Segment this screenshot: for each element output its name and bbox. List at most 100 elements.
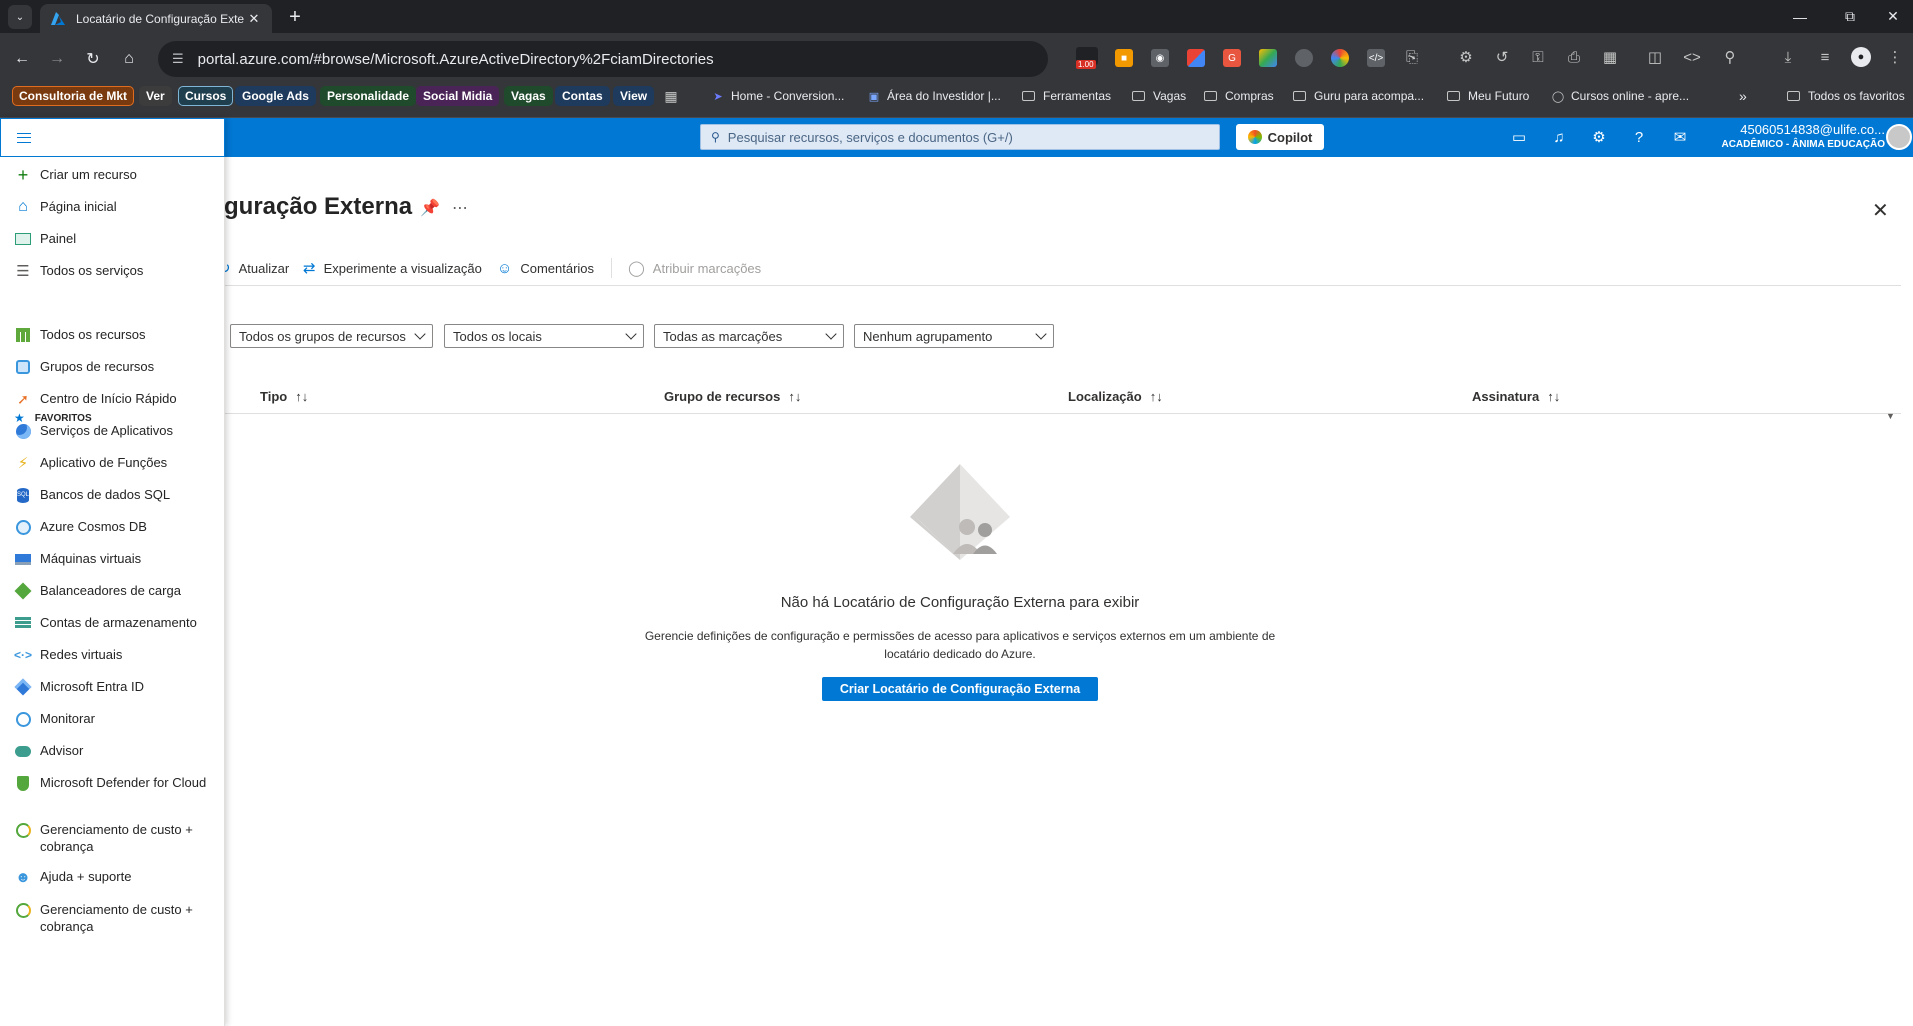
download-icon[interactable]: ⤓ — [1778, 47, 1798, 67]
browser-tab-active[interactable]: Locatário de Configuração Exte ✕ — [40, 4, 272, 33]
scroll-down-caret-icon[interactable]: ▼ — [1886, 411, 1895, 421]
account-info[interactable]: 45060514838@ulife.co... ACADÊMICO - ÂNIM… — [1705, 122, 1885, 151]
feedback-button[interactable]: ☺ Comentários — [497, 258, 594, 278]
bookmark-chip-social-midia[interactable]: Social Midia — [416, 86, 500, 106]
refresh-button[interactable]: ↻Atualizar — [218, 258, 289, 278]
menu-item-virtual-machines[interactable]: Máquinas virtuais — [14, 550, 219, 568]
extension-camera-icon[interactable]: ◉ — [1151, 49, 1169, 67]
settings-gear-icon[interactable]: ⚙ — [1589, 127, 1609, 147]
menu-item-create-resource[interactable]: + Criar um recurso — [14, 165, 219, 185]
menu-item-app-services[interactable]: Serviços de Aplicativos — [14, 422, 219, 440]
menu-item-cosmos-db[interactable]: Azure Cosmos DB — [14, 518, 219, 536]
bookmark-folder-guru[interactable]: Guru para acompa... — [1293, 86, 1424, 106]
help-question-icon[interactable]: ? — [1629, 127, 1649, 147]
tab-close-icon[interactable]: ✕ — [246, 11, 262, 27]
portal-menu-hamburger-button[interactable] — [0, 118, 225, 157]
menu-item-all-resources[interactable]: Todos os recursos — [14, 326, 219, 344]
bookmark-apps-grid-icon[interactable]: ▦ — [664, 86, 684, 106]
more-ellipsis-icon[interactable]: ⋯ — [452, 198, 468, 218]
reading-mode-icon[interactable]: ◫ — [1645, 47, 1665, 67]
print-icon[interactable]: ⎙ — [1564, 47, 1584, 67]
extension-colorful-icon[interactable] — [1187, 49, 1205, 67]
bookmark-chip-ver[interactable]: Ver — [139, 86, 172, 106]
column-header-location[interactable]: Localização ↑↓ — [1068, 389, 1163, 404]
cloud-shell-icon[interactable]: ▭ — [1509, 127, 1529, 147]
menu-item-home[interactable]: ⌂ Página inicial — [14, 198, 219, 216]
menu-item-function-app[interactable]: ⚡ Aplicativo de Funções — [14, 454, 219, 472]
menu-item-storage-accounts[interactable]: Contas de armazenamento — [14, 614, 219, 632]
menu-item-quickstart-center[interactable]: ➚ Centro de Início Rápido — [14, 390, 219, 408]
bookmark-chip-contas[interactable]: Contas — [555, 86, 610, 106]
filter-locations[interactable]: Todos os locais — [444, 324, 644, 348]
bookmark-folder-vagas[interactable]: Vagas — [1132, 86, 1186, 106]
new-tab-icon[interactable]: + — [282, 4, 308, 30]
filter-tags[interactable]: Todas as marcações — [654, 324, 844, 348]
bookmark-chip-vagas[interactable]: Vagas — [504, 86, 553, 106]
reload-icon[interactable]: ↻ — [80, 46, 106, 72]
menu-item-advisor[interactable]: Advisor — [14, 742, 219, 760]
bookmark-folder-compras[interactable]: Compras — [1204, 86, 1274, 106]
restore-icon[interactable]: ⧉ — [1827, 0, 1873, 33]
filter-grouping[interactable]: Nenhum agrupamento — [854, 324, 1054, 348]
browser-menu-icon[interactable]: ⋮ — [1885, 47, 1905, 67]
menu-item-help-support[interactable]: ☻ Ajuda + suporte — [14, 868, 219, 886]
bookmark-chip-google-ads[interactable]: Google Ads — [235, 86, 316, 106]
forward-icon[interactable]: → — [44, 46, 70, 72]
create-external-tenant-button[interactable]: Criar Locatário de Configuração Externa — [822, 677, 1098, 701]
extensions-puzzle-icon[interactable]: ⎘ — [1402, 47, 1422, 67]
bookmark-chip-view[interactable]: View — [613, 86, 655, 106]
menu-item-sql-databases[interactable]: SQL Bancos de dados SQL — [14, 486, 219, 504]
extension-badge-icon[interactable]: 1.00 — [1076, 47, 1098, 69]
menu-item-virtual-networks[interactable]: <·> Redes virtuais — [14, 646, 219, 664]
column-header-resource-group[interactable]: Grupo de recursos ↑↓ — [664, 389, 801, 404]
window-close-icon[interactable]: ✕ — [1870, 0, 1913, 33]
apps-grid-icon[interactable]: ▦ — [1600, 47, 1620, 67]
extension-g-icon[interactable]: G — [1223, 49, 1241, 67]
back-icon[interactable]: ← — [9, 46, 35, 72]
pin-icon[interactable]: 📌 — [420, 198, 440, 218]
extension-code-icon[interactable]: </> — [1367, 49, 1385, 67]
portal-search-input[interactable]: ⚲ Pesquisar recursos, serviços e documen… — [700, 124, 1220, 150]
location-pin-icon[interactable]: ⚲ — [1720, 47, 1740, 67]
home-icon[interactable]: ⌂ — [116, 46, 142, 72]
copilot-button[interactable]: Copilot — [1236, 124, 1324, 150]
feedback-icon[interactable]: ✉ — [1670, 127, 1690, 147]
bookmark-chip-consultoria[interactable]: Consultoria de Mkt — [12, 86, 135, 106]
tab-search-chevron-icon[interactable]: ⌄ — [8, 5, 32, 29]
assign-tags-button[interactable]: ◯ Atribuir marcações — [628, 258, 761, 278]
filter-resource-groups[interactable]: Todos os grupos de recursos — [230, 324, 433, 348]
try-preview-button[interactable]: ⇄ Experimente a visualização — [303, 258, 482, 278]
bookmark-home-conversion[interactable]: ➤ Home - Conversion... — [711, 86, 844, 106]
performance-icon[interactable]: ⚙ — [1456, 47, 1476, 67]
history-icon[interactable]: ↺ — [1492, 47, 1512, 67]
menu-item-all-services[interactable]: ☰ Todos os serviços — [14, 262, 219, 280]
menu-item-defender-for-cloud[interactable]: Microsoft Defender for Cloud — [14, 774, 219, 792]
media-queue-icon[interactable]: ≡ — [1815, 47, 1835, 67]
bookmarks-overflow-icon[interactable]: » — [1739, 86, 1747, 106]
menu-item-load-balancers[interactable]: Balanceadores de carga — [14, 582, 219, 600]
bookmark-cursos-online[interactable]: ◯ Cursos online - apre... — [1551, 86, 1689, 106]
extension-bot-icon[interactable] — [1295, 49, 1313, 67]
bookmark-chip-personalidade[interactable]: Personalidade — [320, 86, 417, 106]
column-header-type[interactable]: Tipo ↑↓ — [260, 389, 308, 404]
menu-item-cost-management-2[interactable]: Gerenciamento de custo + cobrança — [14, 901, 219, 935]
column-header-subscription[interactable]: Assinatura ↑↓ — [1472, 389, 1560, 404]
menu-item-monitor[interactable]: Monitorar — [14, 710, 219, 728]
blade-close-icon[interactable]: ✕ — [1872, 198, 1889, 223]
extension-palette-icon[interactable] — [1259, 49, 1277, 67]
account-avatar[interactable] — [1886, 124, 1912, 150]
bookmark-area-investidor[interactable]: ▣ Área do Investidor |... — [867, 86, 1001, 106]
profile-avatar-icon[interactable]: ● — [1851, 47, 1871, 67]
menu-item-cost-management[interactable]: Gerenciamento de custo + cobrança — [14, 821, 219, 855]
menu-item-dashboard[interactable]: Painel — [14, 230, 219, 248]
menu-item-entra-id[interactable]: Microsoft Entra ID — [14, 678, 219, 696]
password-key-icon[interactable]: ⚿ — [1528, 47, 1548, 67]
notifications-bell-icon[interactable]: ♫ — [1549, 127, 1569, 147]
bookmark-all-favorites[interactable]: Todos os favoritos — [1787, 86, 1905, 106]
extension-chrome-icon[interactable] — [1331, 49, 1349, 67]
menu-item-resource-groups[interactable]: Grupos de recursos — [14, 358, 219, 376]
minimize-icon[interactable]: — — [1777, 0, 1823, 33]
bookmark-folder-meu-futuro[interactable]: Meu Futuro — [1447, 86, 1529, 106]
site-info-icon[interactable]: ☰ — [172, 51, 184, 67]
address-bar[interactable]: ☰ portal.azure.com/#browse/Microsoft.Azu… — [158, 41, 1048, 77]
